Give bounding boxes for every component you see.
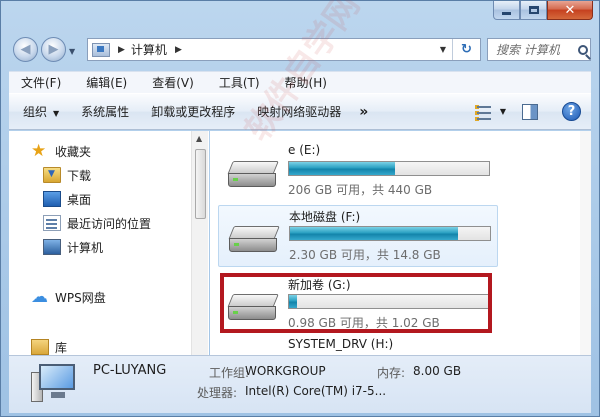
sidebar-item-label: 最近访问的位置 bbox=[67, 216, 152, 231]
map-network-drive-button[interactable]: 映射网络驱动器 bbox=[257, 103, 341, 120]
forward-arrow-icon: ▶ bbox=[48, 42, 59, 57]
library-icon bbox=[31, 339, 49, 355]
workgroup-label: 工作组: bbox=[209, 366, 250, 380]
recent-places-icon bbox=[43, 215, 61, 231]
refresh-icon: ↻ bbox=[461, 42, 472, 57]
minimize-button[interactable] bbox=[493, 1, 520, 20]
sidebar-item-label: 下载 bbox=[67, 168, 92, 183]
workgroup-value: WORKGROUP bbox=[245, 364, 326, 378]
sidebar-item-downloads[interactable]: 下载 bbox=[43, 165, 91, 185]
drive-free-space: 2.30 GB 可用，共 14.8 GB bbox=[289, 248, 441, 262]
desktop-icon bbox=[43, 191, 61, 207]
processor-value: Intel(R) Core(TM) i7-5... bbox=[245, 384, 387, 398]
change-view-icon[interactable] bbox=[474, 103, 496, 121]
computer-icon bbox=[31, 364, 77, 404]
more-commands-button[interactable]: » bbox=[359, 104, 368, 120]
search-box[interactable] bbox=[487, 38, 591, 61]
sidebar-item-libraries[interactable]: 库 bbox=[31, 337, 67, 355]
sidebar-item-recent-places[interactable]: 最近访问的位置 bbox=[43, 213, 151, 233]
caption-buttons: ✕ bbox=[493, 1, 593, 20]
menu-bar: 文件(F) 编辑(E) 查看(V) 工具(T) 帮助(H) bbox=[9, 71, 591, 93]
toolbar-right-group: ▼ ? bbox=[474, 102, 581, 121]
organize-button[interactable]: 组织 ▼ bbox=[23, 103, 59, 120]
command-bar: 组织 ▼ 系统属性 卸载或更改程序 映射网络驱动器 » ▼ ? bbox=[9, 93, 591, 130]
sidebar-item-computer[interactable]: 计算机 bbox=[43, 237, 103, 257]
system-properties-button[interactable]: 系统属性 bbox=[81, 103, 129, 120]
scrollbar-thumb[interactable] bbox=[195, 149, 206, 219]
minimize-icon bbox=[502, 11, 511, 15]
scroll-up-icon[interactable]: ▲ bbox=[196, 134, 202, 143]
drive-name: 本地磁盘 (F:) bbox=[289, 210, 361, 224]
recent-pages-dropdown[interactable]: ▼ bbox=[69, 47, 75, 56]
uninstall-program-button[interactable]: 卸载或更改程序 bbox=[151, 103, 235, 120]
sidebar-item-desktop[interactable]: 桌面 bbox=[43, 189, 91, 209]
address-history-dropdown[interactable]: ▼ bbox=[434, 45, 452, 54]
breadcrumb-separator-icon[interactable]: ▶ bbox=[175, 45, 182, 55]
drive-usage-bar bbox=[288, 161, 490, 176]
address-bar[interactable]: ▶ 计算机 ▶ ▼ ↻ bbox=[87, 38, 481, 61]
drive-item-f[interactable]: 本地磁盘 (F:) 2.30 GB 可用，共 14.8 GB bbox=[218, 205, 498, 267]
memory-label: 内存: bbox=[377, 366, 406, 380]
details-pane: PC-LUYANG 工作组: WORKGROUP 内存: 8.00 GB 处理器… bbox=[9, 355, 591, 413]
menu-edit[interactable]: 编辑(E) bbox=[86, 74, 127, 91]
drive-usage-bar bbox=[289, 226, 491, 241]
chevron-down-icon: ▼ bbox=[53, 109, 60, 118]
drive-usage-fill bbox=[289, 162, 395, 175]
sidebar-item-favorites[interactable]: ★ 收藏夹 bbox=[31, 141, 91, 161]
downloads-folder-icon bbox=[43, 167, 61, 183]
drive-free-space: 206 GB 可用，共 440 GB bbox=[288, 183, 433, 197]
title-bar: ✕ bbox=[1, 1, 599, 29]
back-button[interactable]: ◀ bbox=[13, 37, 38, 62]
view-options-dropdown[interactable]: ▼ bbox=[500, 107, 506, 116]
drive-item-e[interactable]: e (E:) 206 GB 可用，共 440 GB bbox=[218, 141, 498, 203]
drive-name: SYSTEM_DRV (H:) bbox=[288, 337, 394, 351]
forward-button[interactable]: ▶ bbox=[41, 37, 66, 62]
menu-file[interactable]: 文件(F) bbox=[21, 74, 61, 91]
menu-help[interactable]: 帮助(H) bbox=[285, 74, 327, 91]
sidebar-item-label: 库 bbox=[55, 340, 68, 355]
close-button[interactable]: ✕ bbox=[547, 1, 593, 20]
sidebar-item-label: 收藏夹 bbox=[55, 144, 92, 159]
search-input[interactable] bbox=[496, 42, 576, 57]
breadcrumb-computer[interactable]: 计算机 bbox=[131, 41, 167, 58]
computer-name: PC-LUYANG bbox=[93, 363, 167, 378]
breadcrumb-separator-icon[interactable]: ▶ bbox=[118, 45, 125, 55]
hard-drive-icon bbox=[227, 161, 280, 191]
refresh-button[interactable]: ↻ bbox=[452, 39, 480, 60]
maximize-icon bbox=[528, 6, 539, 14]
sidebar-item-label: WPS网盘 bbox=[55, 290, 106, 305]
explorer-window: ✕ ◀ ▶ ▼ ▶ 计算机 ▶ ▼ ↻ 文件(F) 编辑(E) 查看(V) 工具… bbox=[0, 0, 600, 417]
drive-usage-fill bbox=[290, 227, 458, 240]
drive-item-h[interactable]: SYSTEM_DRV (H:) bbox=[218, 335, 498, 355]
memory-value: 8.00 GB bbox=[413, 364, 462, 378]
processor-label: 处理器: bbox=[197, 386, 238, 400]
navigation-scrollbar[interactable]: ▲ bbox=[191, 131, 208, 355]
computer-icon bbox=[92, 42, 110, 57]
organize-label: 组织 bbox=[23, 105, 48, 119]
preview-pane-icon[interactable] bbox=[522, 103, 538, 120]
menu-view[interactable]: 查看(V) bbox=[152, 74, 194, 91]
hard-drive-icon bbox=[228, 226, 281, 256]
sidebar-item-label: 桌面 bbox=[67, 192, 92, 207]
sidebar-item-wps-cloud[interactable]: ☁ WPS网盘 bbox=[31, 287, 106, 307]
navigation-bar: ◀ ▶ ▼ ▶ 计算机 ▶ ▼ ↻ bbox=[1, 29, 599, 69]
maximize-button[interactable] bbox=[520, 1, 547, 20]
navigation-pane: ★ 收藏夹 下载 桌面 最近访问的位置 计算机 ☁ WPS网盘 库 bbox=[9, 131, 209, 355]
star-icon: ★ bbox=[31, 141, 47, 161]
back-arrow-icon: ◀ bbox=[20, 42, 31, 57]
help-icon[interactable]: ? bbox=[562, 102, 581, 121]
sidebar-item-label: 计算机 bbox=[67, 240, 104, 255]
computer-icon bbox=[43, 239, 61, 255]
content-scrollbar[interactable] bbox=[580, 131, 591, 355]
close-icon: ✕ bbox=[564, 2, 576, 18]
drive-name: e (E:) bbox=[288, 143, 321, 157]
search-icon[interactable] bbox=[578, 44, 588, 55]
cloud-icon: ☁ bbox=[31, 287, 48, 307]
menu-tools[interactable]: 工具(T) bbox=[219, 74, 260, 91]
highlight-annotation-box bbox=[220, 273, 492, 333]
